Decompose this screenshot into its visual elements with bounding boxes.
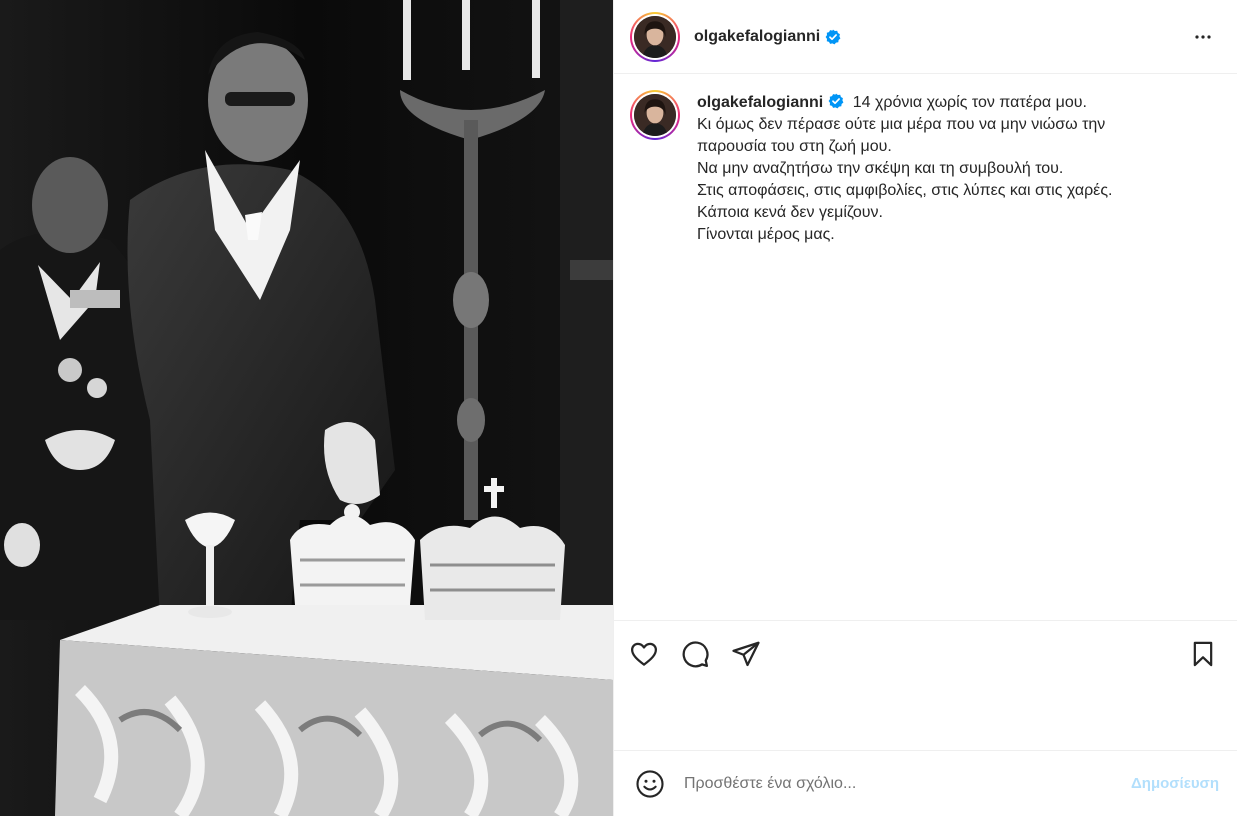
heart-icon[interactable]	[624, 634, 664, 674]
post-dialog: olgakefalogianni olgakefalogianni 14 χρό…	[0, 0, 1237, 816]
caption-username[interactable]: olgakefalogianni	[697, 94, 823, 111]
story-ring[interactable]	[630, 11, 680, 62]
caption-line: 14 χρόνια χωρίς τον πατέρα μου.	[852, 94, 1087, 111]
caption-line: Να μην αναζητήσω την σκέψη και τη συμβου…	[697, 160, 1064, 177]
emoji-icon[interactable]	[634, 768, 666, 800]
post-photo	[0, 0, 613, 816]
post-header: olgakefalogianni	[614, 0, 1237, 74]
caption-area: olgakefalogianni 14 χρόνια χωρίς τον πατ…	[614, 74, 1237, 620]
caption-line: Κι όμως δεν πέρασε ούτε μια μέρα που να …	[697, 116, 1106, 133]
caption-line: παρουσία του στη ζωή μου.	[697, 138, 892, 155]
likes-spacer	[614, 686, 1237, 750]
caption-avatar	[634, 94, 676, 136]
caption-line: Στις αποφάσεις, στις αμφιβολίες, στις λύ…	[697, 182, 1113, 199]
comment-input[interactable]	[684, 774, 1131, 793]
photo-illustration	[0, 0, 613, 816]
verified-badge-icon	[825, 29, 841, 44]
post-comment-button[interactable]: Δημοσίευση	[1131, 775, 1219, 792]
caption-text: olgakefalogianni 14 χρόνια χωρίς τον πατ…	[697, 90, 1112, 246]
share-icon[interactable]	[726, 634, 766, 674]
caption-line: Κάποια κενά δεν γεμίζουν.	[697, 204, 883, 221]
action-bar	[614, 620, 1237, 686]
caption-line: Γίνονται μέρος μας.	[697, 226, 835, 243]
verified-badge-icon	[828, 93, 844, 109]
comment-bar: Δημοσίευση	[614, 750, 1237, 816]
post-details-panel: olgakefalogianni olgakefalogianni 14 χρό…	[613, 0, 1237, 816]
more-options-icon[interactable]	[1187, 21, 1219, 53]
bookmark-icon[interactable]	[1183, 634, 1223, 674]
comment-icon[interactable]	[675, 634, 715, 674]
caption-row: olgakefalogianni 14 χρόνια χωρίς τον πατ…	[630, 90, 1219, 246]
header-username[interactable]: olgakefalogianni	[694, 28, 820, 46]
avatar	[634, 15, 676, 58]
caption-story-ring[interactable]	[630, 90, 680, 140]
